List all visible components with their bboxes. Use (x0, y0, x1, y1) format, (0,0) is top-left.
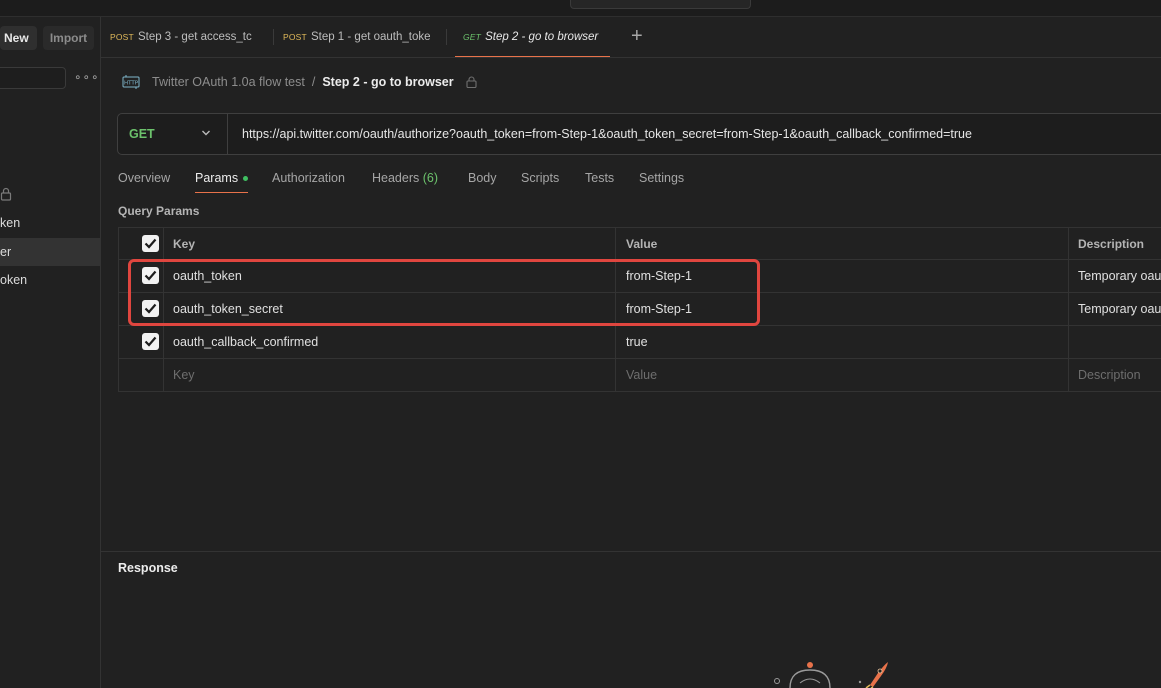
tab-method: POST (283, 32, 307, 42)
tab-method: GET (463, 32, 482, 42)
new-param-key-input[interactable]: Key (164, 359, 616, 391)
http-request-icon: HTTP (122, 75, 140, 89)
active-dot-icon (243, 176, 249, 182)
select-all-cell (119, 228, 164, 260)
breadcrumb-request-name[interactable]: Step 2 - go to browser (322, 75, 453, 89)
tab-params-label: Params (195, 171, 239, 185)
tab-divider (446, 29, 447, 45)
row-checkbox[interactable] (142, 333, 159, 350)
active-tab-indicator (195, 192, 248, 193)
sidebar-item-step-3[interactable]: oken (0, 266, 100, 294)
add-tab-icon[interactable]: + (631, 25, 643, 48)
response-divider[interactable] (101, 551, 1161, 552)
svg-text:HTTP: HTTP (124, 81, 139, 87)
tab-step-1[interactable]: POST Step 1 - get oauth_toke (283, 17, 431, 57)
tab-overview[interactable]: Overview (118, 171, 170, 185)
column-header-key: Key (164, 228, 616, 260)
sidebar-item-step-2[interactable]: er (0, 238, 100, 266)
breadcrumb: HTTP Twitter OAuth 1.0a flow test / Step… (122, 70, 477, 94)
sidebar: New Import ∘∘∘ ken er oken (0, 17, 101, 688)
breadcrumb-separator: / (311, 75, 316, 89)
tab-divider (273, 29, 274, 45)
tab-step-3[interactable]: POST Step 3 - get access_tc (110, 17, 270, 57)
title-bar (0, 0, 1161, 17)
tab-authorization[interactable]: Authorization (272, 171, 345, 185)
select-all-checkbox[interactable] (142, 235, 159, 252)
param-value-input[interactable]: true (616, 326, 1069, 358)
table-row: oauth_callback_confirmed true (118, 326, 1161, 359)
tab-step-2[interactable]: GET Step 2 - go to browser (455, 17, 610, 57)
breadcrumb-collection[interactable]: Twitter OAuth 1.0a flow test (152, 75, 305, 89)
query-params-title: Query Params (118, 204, 200, 218)
lock-icon (0, 187, 12, 201)
global-search-input[interactable] (570, 0, 751, 9)
method-select[interactable]: GET (118, 114, 228, 154)
checkmark-icon (144, 336, 157, 347)
new-button[interactable]: New (0, 26, 37, 50)
response-title: Response (118, 561, 178, 575)
chevron-down-icon (202, 130, 210, 136)
column-header-value: Value (616, 228, 1069, 260)
row-checkbox-cell (119, 326, 164, 358)
param-description-input[interactable]: Temporary oau (1069, 260, 1161, 292)
url-bar: GET https://api.twitter.com/oauth/author… (117, 113, 1161, 155)
param-key-input[interactable]: oauth_callback_confirmed (164, 326, 616, 358)
tab-label: Step 2 - go to browser (485, 31, 599, 43)
param-description-input[interactable]: Temporary oau (1069, 293, 1161, 325)
astronaut-rocket-illustration (774, 662, 888, 688)
column-header-description: Description (1078, 237, 1145, 251)
tab-tests[interactable]: Tests (585, 171, 614, 185)
row-checkbox-cell (119, 359, 164, 391)
new-param-value-input[interactable]: Value (616, 359, 1069, 391)
checkmark-icon (144, 238, 157, 249)
table-header-row: Key Value Description (118, 227, 1161, 260)
tab-body[interactable]: Body (468, 171, 497, 185)
import-button[interactable]: Import (43, 26, 94, 50)
url-input[interactable]: https://api.twitter.com/oauth/authorize?… (242, 127, 972, 141)
more-options-icon[interactable]: ∘∘∘ (74, 70, 100, 84)
tab-settings[interactable]: Settings (639, 171, 684, 185)
request-tab-bar: POST Step 3 - get access_tc POST Step 1 - … (101, 17, 1161, 58)
new-param-description-input[interactable]: Description (1069, 359, 1161, 391)
tab-headers-label: Headers (372, 171, 420, 185)
sidebar-item-step-1[interactable]: ken (0, 209, 100, 237)
sidebar-filter-input[interactable] (0, 67, 66, 89)
tab-params[interactable]: Params (195, 171, 249, 185)
headers-count: (6) (422, 171, 439, 185)
param-description-input[interactable] (1069, 326, 1161, 358)
tab-label: Step 1 - get oauth_toke (310, 31, 431, 43)
table-row-new: Key Value Description (118, 359, 1161, 392)
method-value: GET (129, 127, 155, 141)
tab-method: POST (110, 32, 134, 42)
tab-headers[interactable]: Headers (6) (372, 171, 438, 185)
lock-icon (466, 76, 477, 88)
tab-label: Step 3 - get access_tc (137, 31, 252, 43)
highlight-annotation-box (128, 259, 760, 326)
tab-scripts[interactable]: Scripts (521, 171, 559, 185)
